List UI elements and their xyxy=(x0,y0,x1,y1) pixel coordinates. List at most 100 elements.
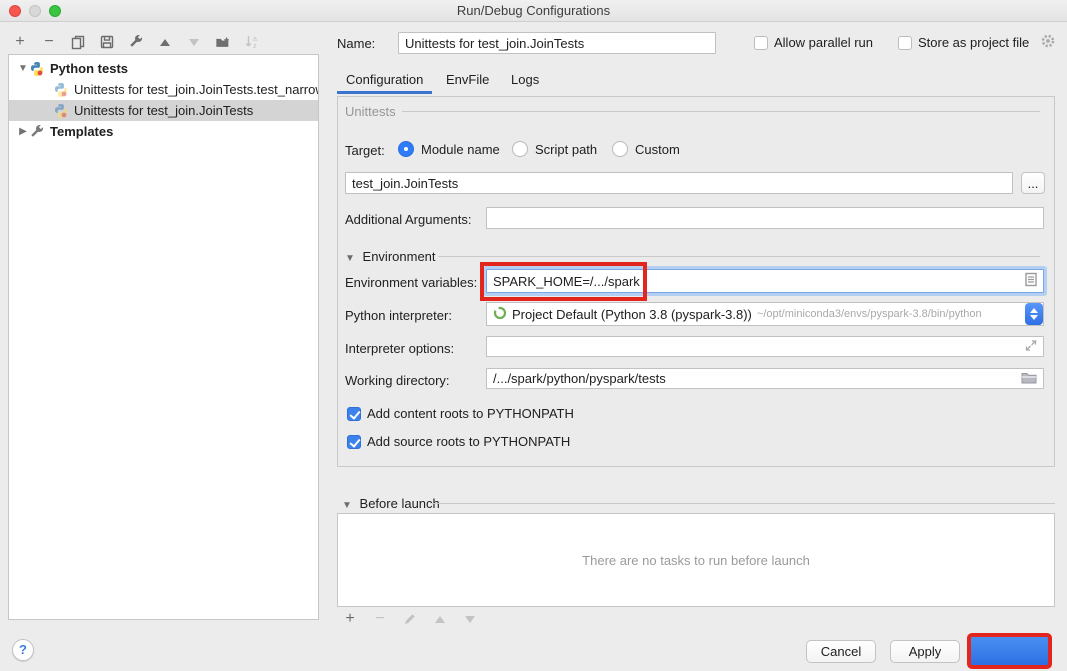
remove-configuration-icon[interactable]: − xyxy=(41,34,57,50)
python-interpreter-value: Project Default (Python 3.8 (pyspark-3.8… xyxy=(512,307,752,322)
gear-icon[interactable] xyxy=(1040,33,1056,49)
working-directory-label: Working directory: xyxy=(345,373,450,388)
empty-tasks-text: There are no tasks to run before launch xyxy=(582,553,810,568)
tree-item-label: Templates xyxy=(50,124,113,139)
allow-parallel-run-label: Allow parallel run xyxy=(774,35,873,50)
edit-task-icon xyxy=(402,611,418,627)
tab-envfile[interactable]: EnvFile xyxy=(446,72,489,87)
add-source-roots-label: Add source roots to PYTHONPATH xyxy=(367,434,570,449)
move-task-down-icon xyxy=(462,611,478,627)
before-launch-label: Before launch xyxy=(360,496,440,511)
working-directory-value: /.../spark/python/pyspark/tests xyxy=(493,371,666,386)
help-button[interactable]: ? xyxy=(12,639,34,661)
target-label: Target: xyxy=(345,143,385,158)
radio-selected-icon[interactable] xyxy=(398,141,414,157)
new-folder-icon[interactable] xyxy=(215,34,231,50)
edit-templates-icon[interactable] xyxy=(128,34,144,50)
section-collapse-icon[interactable]: ▼ xyxy=(342,500,352,511)
folder-icon[interactable] xyxy=(1021,371,1037,387)
store-as-project-file-label: Store as project file xyxy=(918,35,1029,50)
python-interpreter-label: Python interpreter: xyxy=(345,308,452,323)
python-icon xyxy=(53,82,69,98)
remove-task-icon: − xyxy=(372,611,388,627)
browse-variables-icon[interactable] xyxy=(1025,273,1037,290)
name-label: Name: xyxy=(337,36,375,51)
annotation-highlight-ok-button xyxy=(967,633,1052,669)
save-configuration-icon[interactable] xyxy=(99,34,115,50)
name-input[interactable] xyxy=(398,32,716,54)
environment-variables-label: Environment variables: xyxy=(345,275,477,290)
environment-section-header[interactable]: ▼ Environment xyxy=(345,249,436,264)
radio-custom[interactable]: Custom xyxy=(612,141,680,157)
python-interpreter-path: ~/opt/miniconda3/envs/pyspark-3.8/bin/py… xyxy=(757,308,1023,320)
radio-module-name-label: Module name xyxy=(421,142,500,157)
radio-script-path-label: Script path xyxy=(535,142,597,157)
checkbox-checked-icon[interactable] xyxy=(347,435,361,449)
add-configuration-icon[interactable]: + xyxy=(12,34,28,50)
expand-arrow-icon[interactable]: ▼ xyxy=(17,63,29,74)
add-content-roots-checkbox[interactable]: Add content roots to PYTHONPATH xyxy=(347,406,574,421)
tree-item-label: Python tests xyxy=(50,61,128,76)
group-divider xyxy=(438,256,1040,257)
radio-script-path[interactable]: Script path xyxy=(512,141,597,157)
tree-item-templates[interactable]: ▶ Templates xyxy=(9,121,318,142)
tree-item-unittest-narrow[interactable]: Unittests for test_join.JoinTests.test_n… xyxy=(9,79,318,100)
unittests-group-label: Unittests xyxy=(345,104,396,119)
apply-button[interactable]: Apply xyxy=(890,640,960,663)
tab-configuration[interactable]: Configuration xyxy=(346,72,423,87)
interpreter-options-input[interactable] xyxy=(486,336,1044,357)
cancel-button[interactable]: Cancel xyxy=(806,640,876,663)
configurations-tree: ▼ Python tests Unittests for test_join.J… xyxy=(8,54,319,620)
radio-unselected-icon[interactable] xyxy=(512,141,528,157)
tree-item-label: Unittests for test_join.JoinTests.test_n… xyxy=(74,82,319,97)
conda-env-icon xyxy=(493,306,507,323)
allow-parallel-run-checkbox[interactable]: Allow parallel run xyxy=(754,35,873,50)
before-launch-toolbar: + − xyxy=(342,611,478,627)
sort-alphabetically-icon: az xyxy=(244,34,260,50)
wrench-icon xyxy=(29,124,45,140)
checkbox-unchecked-icon[interactable] xyxy=(754,36,768,50)
additional-arguments-input[interactable] xyxy=(486,207,1044,229)
move-down-icon xyxy=(186,34,202,50)
interpreter-options-label: Interpreter options: xyxy=(345,341,454,356)
before-launch-section-header[interactable]: ▼ Before launch xyxy=(342,496,440,511)
python-icon xyxy=(29,61,45,77)
module-name-input[interactable] xyxy=(345,172,1013,194)
python-icon xyxy=(53,103,69,119)
svg-text:z: z xyxy=(253,43,257,50)
configurations-toolbar: + − az xyxy=(12,31,260,53)
working-directory-input[interactable]: /.../spark/python/pyspark/tests xyxy=(486,368,1044,389)
environment-section-label: Environment xyxy=(363,249,436,264)
copy-configuration-icon[interactable] xyxy=(70,34,86,50)
radio-module-name[interactable]: Module name xyxy=(398,141,500,157)
tree-item-python-tests[interactable]: ▼ Python tests xyxy=(9,58,318,79)
tree-item-label: Unittests for test_join.JoinTests xyxy=(74,103,253,118)
additional-arguments-label: Additional Arguments: xyxy=(345,212,471,227)
add-source-roots-checkbox[interactable]: Add source roots to PYTHONPATH xyxy=(347,434,570,449)
add-task-icon[interactable]: + xyxy=(342,611,358,627)
radio-unselected-icon[interactable] xyxy=(612,141,628,157)
section-collapse-icon[interactable]: ▼ xyxy=(345,253,355,264)
collapse-arrow-icon[interactable]: ▶ xyxy=(17,126,29,137)
dropdown-stepper-icon[interactable] xyxy=(1025,303,1043,325)
title-bar: Run/Debug Configurations xyxy=(0,0,1067,22)
svg-text:a: a xyxy=(253,36,257,43)
tab-logs[interactable]: Logs xyxy=(511,72,539,87)
store-as-project-file-checkbox[interactable]: Store as project file xyxy=(898,35,1029,50)
checkbox-checked-icon[interactable] xyxy=(347,407,361,421)
active-tab-indicator xyxy=(337,91,432,94)
expand-field-icon[interactable] xyxy=(1025,339,1037,354)
move-up-icon[interactable] xyxy=(157,34,173,50)
annotation-highlight-env-variables xyxy=(480,262,647,301)
before-launch-task-list: There are no tasks to run before launch xyxy=(337,513,1055,607)
group-divider xyxy=(402,111,1040,112)
move-task-up-icon xyxy=(432,611,448,627)
radio-custom-label: Custom xyxy=(635,142,680,157)
add-content-roots-label: Add content roots to PYTHONPATH xyxy=(367,406,574,421)
group-divider xyxy=(432,503,1055,504)
browse-button[interactable]: ... xyxy=(1021,172,1045,194)
checkbox-unchecked-icon[interactable] xyxy=(898,36,912,50)
python-interpreter-select[interactable]: Project Default (Python 3.8 (pyspark-3.8… xyxy=(486,302,1044,326)
window-title: Run/Debug Configurations xyxy=(0,3,1067,18)
tree-item-unittest-jointests[interactable]: Unittests for test_join.JoinTests xyxy=(9,100,318,121)
